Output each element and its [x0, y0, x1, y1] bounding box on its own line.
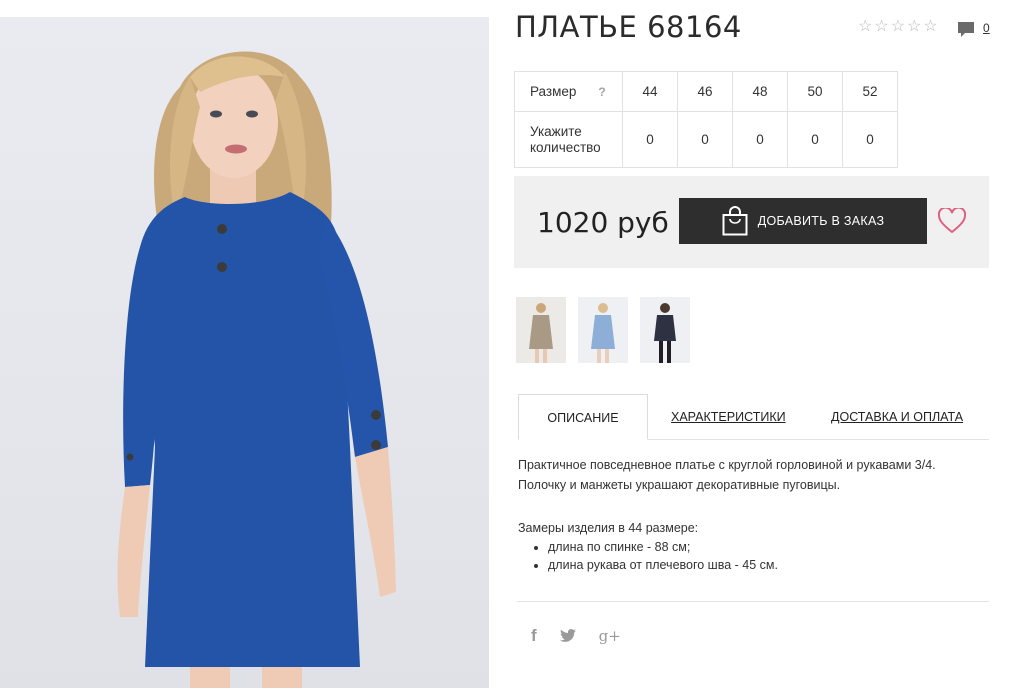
- description-line: Практичное повседневное платье с круглой…: [518, 458, 936, 472]
- divider: [517, 601, 989, 602]
- star-icon[interactable]: ☆: [891, 18, 905, 36]
- size-help-icon[interactable]: ?: [598, 85, 605, 99]
- tab-delivery[interactable]: ДОСТАВКА И ОПЛАТА: [831, 394, 963, 438]
- quantity-input[interactable]: 0: [732, 111, 788, 168]
- thumbnail-beige-dress[interactable]: [516, 297, 566, 363]
- quantity-label-cell: Укажите количество: [514, 111, 623, 168]
- size-value: 46: [677, 71, 733, 112]
- thumbnail-light-blue-dress[interactable]: [578, 297, 628, 363]
- star-icon[interactable]: ☆: [858, 18, 872, 36]
- measurements-list: длина по спинке - 88 см; длина рукава от…: [518, 539, 778, 574]
- product-tabs: ОПИСАНИЕ ХАРАКТЕРИСТИКИ ДОСТАВКА И ОПЛАТ…: [518, 394, 989, 440]
- star-icon[interactable]: ☆: [874, 18, 888, 36]
- google-plus-icon[interactable]: g+: [599, 627, 621, 645]
- facebook-icon[interactable]: f: [531, 626, 537, 646]
- measurement-item: длина рукава от плечевого шва - 45 см.: [548, 557, 778, 575]
- size-label: Размер: [530, 84, 577, 99]
- quantity-input[interactable]: 0: [787, 111, 843, 168]
- description-line: Полочку и манжеты украшают декоративные …: [518, 478, 841, 492]
- rating-stars[interactable]: ☆ ☆ ☆ ☆ ☆: [858, 18, 938, 36]
- heart-icon[interactable]: [938, 208, 966, 234]
- size-value: 44: [622, 71, 678, 112]
- comment-count[interactable]: 0: [983, 21, 990, 35]
- shopping-bag-icon: [722, 206, 748, 236]
- product-main-photo: [0, 17, 489, 688]
- size-label-cell: Размер?: [514, 71, 623, 112]
- tab-characteristics[interactable]: ХАРАКТЕРИСТИКИ: [671, 394, 786, 438]
- quantity-label-line1: Укажите: [530, 123, 582, 139]
- product-description: Практичное повседневное платье с круглой…: [518, 455, 988, 495]
- twitter-icon[interactable]: [559, 629, 576, 643]
- add-to-order-label: ДОБАВИТЬ В ЗАКАЗ: [757, 214, 885, 228]
- quantity-input[interactable]: 0: [622, 111, 678, 168]
- size-value: 48: [732, 71, 788, 112]
- measurements: Замеры изделия в 44 размере: длина по сп…: [518, 518, 778, 574]
- quantity-label-line2: количество: [530, 139, 601, 155]
- star-icon[interactable]: ☆: [907, 18, 921, 36]
- thumbnail-strip: [516, 297, 690, 363]
- tab-description[interactable]: ОПИСАНИЕ: [518, 394, 648, 440]
- measurements-title: Замеры изделия в 44 размере:: [518, 521, 699, 535]
- size-value: 50: [787, 71, 843, 112]
- price-block: 1020 руб ДОБАВИТЬ В ЗАКАЗ: [514, 176, 989, 268]
- social-share: f g+: [531, 626, 621, 646]
- product-title: ПЛАТЬЕ 68164: [515, 10, 742, 44]
- size-value: 52: [842, 71, 898, 112]
- add-to-order-button[interactable]: ДОБАВИТЬ В ЗАКАЗ: [679, 198, 927, 244]
- quantity-input[interactable]: 0: [842, 111, 898, 168]
- thumbnail-navy-dress[interactable]: [640, 297, 690, 363]
- measurement-item: длина по спинке - 88 см;: [548, 539, 778, 557]
- quantity-input[interactable]: 0: [677, 111, 733, 168]
- comment-icon[interactable]: [957, 21, 975, 39]
- star-icon[interactable]: ☆: [923, 18, 937, 36]
- price: 1020 руб: [537, 206, 669, 239]
- size-table: Размер? 44 46 48 50 52 Укажите количеств…: [514, 71, 898, 168]
